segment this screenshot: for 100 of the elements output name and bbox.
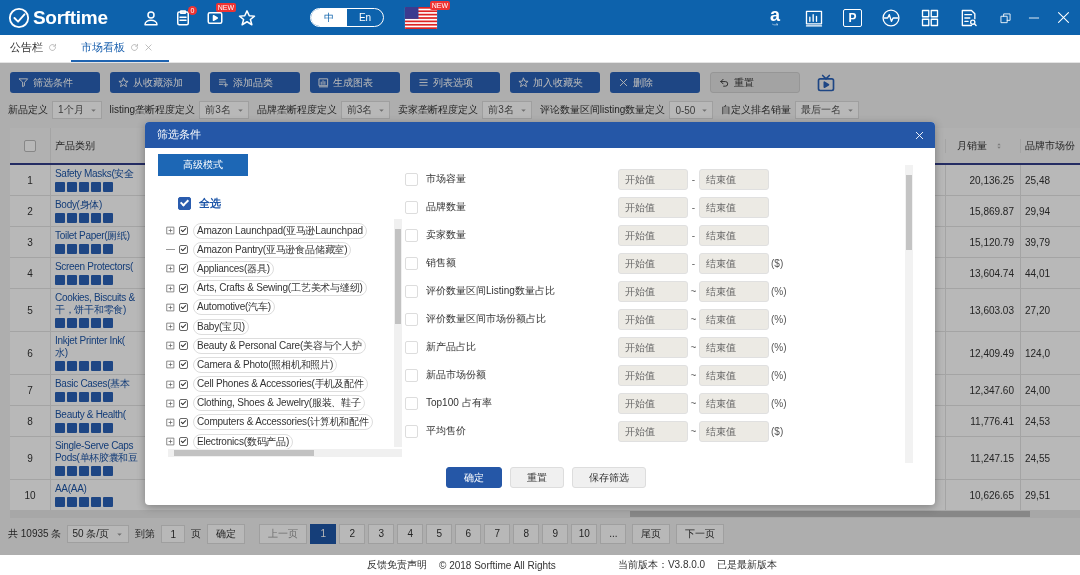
end-value-field[interactable]: 结束值 [699,364,769,386]
page-button[interactable]: 7 [484,524,511,544]
checkbox[interactable] [179,417,188,427]
expand-icon[interactable] [166,322,175,332]
filter-select[interactable]: 前3名 [199,101,249,119]
start-value-field[interactable]: 开始值 [618,392,688,414]
toolbar-button[interactable]: 从收藏添加 [110,72,200,93]
expand-icon[interactable] [166,398,175,408]
language-option[interactable]: 中 [311,9,347,26]
document-search-icon[interactable] [959,7,979,28]
end-value-field[interactable]: 结束值 [699,168,769,190]
tab[interactable]: 公告栏 [4,35,63,62]
toolbar-button[interactable]: 列表选项 [410,72,500,93]
page-button[interactable]: 1 [310,524,337,544]
page-input[interactable]: 1 [161,525,186,543]
checkbox[interactable] [179,398,188,408]
p-button[interactable]: P [843,8,862,27]
end-value-field[interactable]: 结束值 [699,196,769,218]
checkbox[interactable] [179,437,188,447]
start-value-field[interactable]: 开始值 [618,364,688,386]
close-icon[interactable] [914,129,925,141]
checkbox[interactable] [179,226,188,236]
expand-icon[interactable] [166,302,175,312]
page-button[interactable]: 3 [368,524,395,544]
mode-button[interactable]: 高级模式 [158,154,248,176]
toolbar-button[interactable]: 重置 [710,72,800,93]
start-value-field[interactable]: 开始值 [618,252,688,274]
expand-icon[interactable] [166,379,175,389]
dialog-button[interactable]: 保存筛选 [572,467,646,488]
start-value-field[interactable]: 开始值 [618,224,688,246]
star-icon[interactable] [238,8,256,27]
flag-icon[interactable] [404,6,438,29]
horizontal-scrollbar[interactable] [168,449,402,457]
expand-icon[interactable] [166,341,175,351]
checkbox[interactable] [179,283,188,293]
toolbar-button[interactable]: 生成图表 [310,72,400,93]
filter-select[interactable]: 最后一名 [795,101,860,119]
user-icon[interactable] [142,8,160,27]
language-option[interactable]: En [347,9,383,26]
filter-select[interactable]: 0-50 [669,101,714,119]
store-button[interactable]: a [765,6,785,29]
page-size-select[interactable]: 50 条/页 [67,525,130,543]
checkbox[interactable] [178,197,191,210]
expand-icon[interactable] [166,226,175,236]
toolbar-button[interactable]: 删除 [610,72,700,93]
start-value-field[interactable]: 开始值 [618,336,688,358]
page-button[interactable]: 6 [455,524,482,544]
end-value-field[interactable]: 结束值 [699,280,769,302]
start-value-field[interactable]: 开始值 [618,196,688,218]
checkbox[interactable] [179,322,188,332]
refresh-icon[interactable] [48,43,57,52]
checkbox[interactable] [179,360,188,370]
tv-icon[interactable] [816,72,836,93]
start-value-field[interactable]: 开始值 [618,420,688,442]
expand-icon[interactable] [166,417,175,427]
page-button[interactable]: ... [600,524,627,544]
page-button[interactable]: 4 [397,524,424,544]
expand-icon[interactable] [166,360,175,370]
horizontal-scrollbar[interactable] [10,510,1080,518]
start-value-field[interactable]: 开始值 [618,168,688,190]
checkbox[interactable] [179,302,188,312]
toolbar-button[interactable]: 加入收藏夹 [510,72,600,93]
expand-icon[interactable] [166,264,175,274]
checkbox[interactable] [179,264,188,274]
grid-icon[interactable] [920,7,940,28]
end-value-field[interactable]: 结束值 [699,336,769,358]
end-value-field[interactable]: 结束值 [699,252,769,274]
start-value-field[interactable]: 开始值 [618,308,688,330]
refresh-icon[interactable] [130,43,139,52]
checkbox[interactable] [179,379,188,389]
toolbar-button[interactable]: 筛选条件 [10,72,100,93]
vertical-scrollbar[interactable] [905,165,913,463]
close-icon[interactable] [1055,9,1072,26]
restore-icon[interactable] [999,10,1013,25]
clipboard-icon[interactable] [174,8,192,27]
start-value-field[interactable]: 开始值 [618,280,688,302]
dialog-button[interactable]: 确定 [446,467,502,488]
pulse-icon[interactable] [881,7,901,28]
page-button[interactable]: 9 [542,524,569,544]
page-button[interactable]: 10 [571,524,598,544]
end-value-field[interactable]: 结束值 [699,308,769,330]
end-value-field[interactable]: 结束值 [699,420,769,442]
end-value-field[interactable]: 结束值 [699,224,769,246]
checkbox[interactable] [179,245,188,255]
vertical-scrollbar[interactable] [394,219,402,447]
dialog-button[interactable]: 重置 [510,467,564,488]
toolbar-button[interactable]: 添加品类 [210,72,300,93]
checkbox[interactable] [24,139,36,152]
checkbox[interactable] [179,341,188,351]
filter-select[interactable]: 前3名 [340,101,391,119]
last-page-button[interactable]: 尾页 [632,524,671,544]
expand-icon[interactable] [166,283,175,293]
page-button[interactable]: 5 [426,524,453,544]
filter-select[interactable]: 1个月 [52,101,102,119]
page-button[interactable]: 2 [339,524,366,544]
next-page-button[interactable]: 下一页 [676,524,725,544]
expand-icon[interactable] [166,437,175,447]
disclaimer-link[interactable]: 反馈免责声明 [367,558,427,572]
confirm-button[interactable]: 确定 [207,524,246,544]
filter-select[interactable]: 前3名 [482,101,532,119]
